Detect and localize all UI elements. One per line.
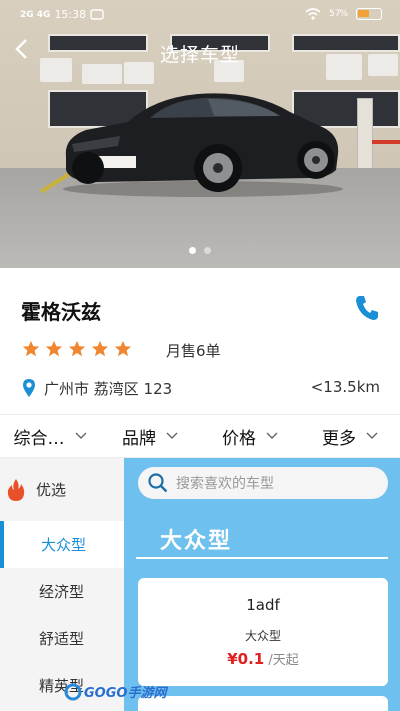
message-icon — [90, 8, 104, 20]
phone-call-icon[interactable] — [355, 294, 379, 322]
page-title: 选择车型 — [159, 44, 240, 66]
page: 2G 4G 15:38 57 % 选择车型 霍格沃兹 月售6单 广州市 荔湾区 … — [0, 0, 400, 711]
status-bar: 2G 4G 15:38 57 % — [0, 0, 400, 30]
sidebar-item-label: 经济型 — [39, 583, 85, 601]
monthly-sales: 月售6单 — [166, 342, 221, 360]
carousel-indicators — [0, 247, 400, 254]
sidebar-item-economy[interactable]: 经济型 — [0, 568, 124, 615]
star-icon — [22, 340, 40, 357]
watermark-text: GOGO手游网 — [84, 686, 167, 701]
filter-label: 品牌 — [122, 428, 156, 449]
car-image — [63, 93, 343, 197]
car-list-panel: 搜索喜欢的车型 大众型 1adf 大众型 ¥0.1 /天起 — [124, 458, 400, 711]
star-icon — [91, 340, 109, 357]
divider — [136, 557, 388, 559]
search-bar[interactable]: 搜索喜欢的车型 — [138, 467, 388, 499]
shop-address[interactable]: 广州市 荔湾区 123 — [44, 378, 172, 399]
air-conditioner — [82, 64, 122, 84]
star-icon — [114, 340, 132, 357]
gate-post — [357, 98, 373, 178]
filter-sort[interactable]: 综合… — [0, 415, 100, 457]
carousel-dot[interactable] — [189, 247, 196, 254]
category-sidebar: 优选 大众型 经济型 舒适型 精英型 — [0, 458, 124, 711]
gogo-logo-icon — [64, 683, 82, 700]
car-card[interactable]: 1adf 大众型 ¥0.1 /天起 — [138, 578, 388, 686]
sidebar-item-mass-market[interactable]: 大众型 — [0, 521, 124, 568]
car-type: 大众型 — [244, 629, 281, 643]
car-card[interactable] — [138, 696, 388, 711]
filter-price[interactable]: 价格 — [200, 415, 300, 457]
star-icon — [45, 340, 63, 357]
clock: 15:38 — [54, 8, 87, 21]
filter-brand[interactable]: 品牌 — [100, 415, 200, 457]
location-pin-icon — [23, 379, 35, 397]
search-input[interactable]: 搜索喜欢的车型 — [176, 473, 274, 493]
battery-icon — [356, 8, 382, 20]
sidebar-item-comfort[interactable]: 舒适型 — [0, 615, 124, 662]
category-title: 大众型 — [160, 529, 233, 554]
battery-percent-sign: % — [339, 9, 348, 19]
filter-label: 价格 — [222, 428, 256, 449]
sidebar-item-label: 优选 — [36, 481, 67, 499]
price-unit: /天起 — [268, 653, 299, 668]
signal-indicator: 2G 4G — [20, 9, 51, 20]
watermark-logo: GOGO手游网 — [64, 682, 166, 701]
chevron-down-icon — [166, 432, 178, 439]
filter-more[interactable]: 更多 — [300, 415, 400, 457]
gate-barrier — [372, 140, 400, 144]
chevron-down-icon — [75, 432, 86, 439]
sidebar-item-label: 大众型 — [41, 536, 87, 554]
rating-stars — [22, 340, 132, 358]
wifi-icon — [305, 8, 321, 20]
price-value: ¥0.1 — [227, 650, 265, 668]
chevron-down-icon — [366, 432, 378, 439]
shop-distance: <13.5km — [310, 378, 380, 396]
filter-label: 综合… — [13, 428, 65, 449]
sidebar-item-label: 舒适型 — [39, 630, 85, 648]
search-icon — [148, 473, 168, 493]
fire-icon — [7, 478, 25, 501]
star-icon — [68, 340, 86, 357]
filter-label: 更多 — [322, 428, 356, 449]
filter-bar: 综合… 品牌 价格 更多 — [0, 414, 400, 458]
carousel-dot[interactable] — [204, 247, 211, 254]
shop-info-card: 霍格沃兹 月售6单 广州市 荔湾区 123 <13.5km — [0, 268, 400, 414]
car-name: 1adf — [246, 596, 280, 614]
shop-name: 霍格沃兹 — [21, 300, 101, 324]
sidebar-item-featured[interactable]: 优选 — [0, 458, 124, 521]
car-price: ¥0.1 /天起 — [138, 649, 388, 668]
chevron-down-icon — [266, 432, 278, 439]
